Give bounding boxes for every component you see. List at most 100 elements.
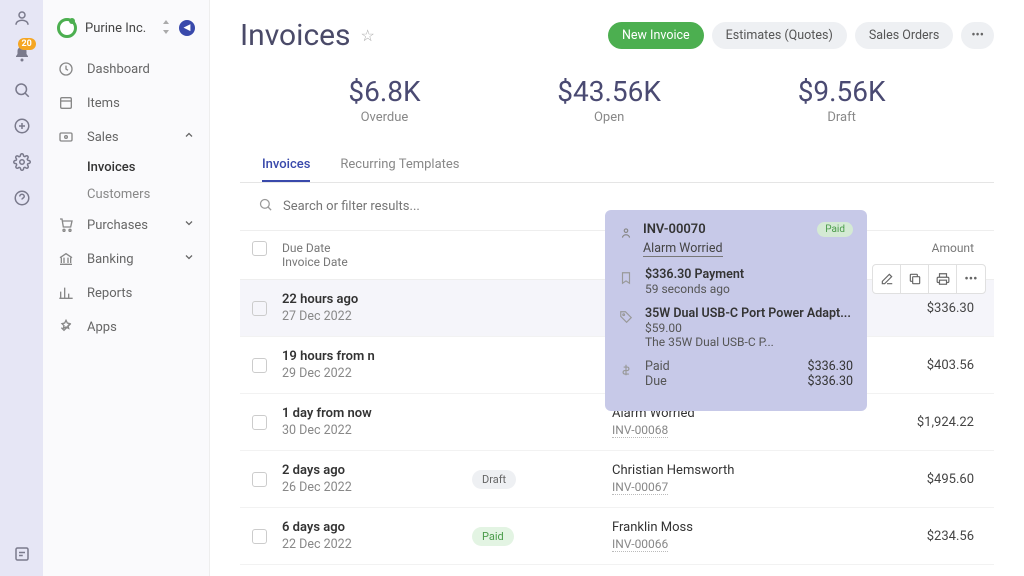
popover-item-desc: The 35W Dual USB-C P... [645, 335, 851, 349]
org-switcher[interactable]: Purine Inc. ◀ [43, 8, 209, 48]
row-date: 27 Dec 2022 [282, 309, 472, 324]
popover-due-label: Due [645, 374, 667, 389]
org-logo-icon [57, 18, 77, 38]
person-icon [619, 225, 633, 244]
row-date: 29 Dec 2022 [282, 366, 472, 381]
stat-label: Draft [798, 110, 886, 125]
popover-invoice-id: INV-00070 [643, 222, 723, 237]
status-badge: Paid [472, 527, 514, 546]
nav-label: Banking [87, 252, 171, 267]
add-icon[interactable] [12, 116, 32, 136]
select-all-checkbox[interactable] [252, 241, 267, 256]
popover-status-badge: Paid [817, 222, 853, 237]
row-amount: $234.56 [832, 529, 982, 544]
row-invoice-number[interactable]: INV-00067 [612, 480, 668, 495]
sidebar: Purine Inc. ◀ Dashboard Items Sales Invo… [43, 0, 210, 576]
nav-dashboard[interactable]: Dashboard [43, 52, 209, 86]
popover-payment-amount: $336.30 Payment [645, 267, 744, 282]
main-content: Invoices ☆ New Invoice Estimates (Quotes… [210, 0, 1024, 576]
stat-open: $43.56KOpen [557, 75, 661, 125]
banking-icon [57, 250, 75, 268]
more-icon[interactable]: ••• [957, 265, 985, 293]
row-checkbox[interactable] [252, 415, 267, 430]
row-checkbox[interactable] [252, 301, 267, 316]
bookmark-icon [619, 270, 635, 289]
sales-orders-button[interactable]: Sales Orders [855, 22, 954, 49]
help-icon[interactable] [12, 188, 32, 208]
nav-label: Sales [87, 130, 171, 145]
popover-paid-label: Paid [645, 359, 670, 374]
chevron-down-icon [183, 217, 195, 233]
nav-label: Purchases [87, 218, 171, 233]
dashboard-icon [57, 60, 75, 78]
popover-customer[interactable]: Alarm Worried [643, 241, 723, 257]
row-due-time: 19 hours from n [282, 349, 472, 364]
stat-label: Overdue [348, 110, 420, 125]
nav-customers[interactable]: Customers [87, 181, 209, 208]
icon-rail: 20 [0, 0, 43, 576]
stat-value: $43.56K [557, 75, 661, 108]
stat-value: $6.8K [348, 75, 420, 108]
row-amount: $495.60 [832, 472, 982, 487]
tab-recurring[interactable]: Recurring Templates [340, 149, 459, 182]
row-checkbox[interactable] [252, 529, 267, 544]
more-actions-button[interactable]: ••• [961, 22, 994, 49]
rail-search-icon[interactable] [12, 80, 32, 100]
new-invoice-button[interactable]: New Invoice [608, 22, 704, 49]
nav-label: Apps [87, 320, 195, 335]
archive-icon[interactable] [12, 544, 32, 564]
popover-item-price: $59.00 [645, 321, 851, 335]
notifications-icon[interactable]: 20 [12, 44, 32, 64]
row-due-time: 1 day from now [282, 406, 472, 421]
popover-due-value: $336.30 [808, 374, 853, 389]
row-checkbox[interactable] [252, 358, 267, 373]
popover-paid-value: $336.30 [808, 359, 853, 374]
row-invoice-number[interactable]: INV-00066 [612, 537, 668, 552]
dollar-icon [619, 362, 635, 381]
purchases-icon [57, 216, 75, 234]
popover-item-name: 35W Dual USB-C Port Power Adapt... [645, 306, 851, 321]
row-due-time: 2 days ago [282, 463, 472, 478]
nav-label: Dashboard [87, 62, 195, 77]
col-due-date: Due Date [282, 241, 472, 255]
search-icon [258, 197, 273, 216]
edit-icon[interactable] [873, 265, 901, 293]
nav-invoices[interactable]: Invoices [87, 154, 209, 181]
collapse-sidebar-icon[interactable]: ◀ [179, 20, 195, 36]
nav-items[interactable]: Items [43, 86, 209, 120]
status-badge: Draft [472, 470, 516, 489]
nav-label: Items [87, 96, 195, 111]
table-row[interactable]: 6 days ago22 Dec 2022PaidFranklin MossIN… [240, 508, 994, 565]
row-customer: Christian Hemsworth [612, 463, 832, 478]
row-checkbox[interactable] [252, 472, 267, 487]
stat-value: $9.56K [798, 75, 886, 108]
nav-apps[interactable]: Apps [43, 310, 209, 344]
tab-invoices[interactable]: Invoices [262, 149, 310, 182]
row-date: 26 Dec 2022 [282, 480, 472, 495]
settings-icon[interactable] [12, 152, 32, 172]
print-icon[interactable] [929, 265, 957, 293]
apps-icon [57, 318, 75, 336]
nav-label: Reports [87, 286, 195, 301]
items-icon [57, 94, 75, 112]
page-title: Invoices [240, 18, 351, 53]
row-due-time: 22 hours ago [282, 292, 472, 307]
copy-icon[interactable] [901, 265, 929, 293]
notification-badge: 20 [18, 38, 36, 50]
chevron-down-icon [183, 251, 195, 267]
estimates-button[interactable]: Estimates (Quotes) [712, 22, 847, 49]
favorite-star-icon[interactable]: ☆ [361, 26, 375, 45]
nav-sales[interactable]: Sales [43, 120, 209, 154]
popover-payment-time: 59 seconds ago [645, 282, 744, 296]
tag-icon [619, 309, 635, 328]
row-invoice-number[interactable]: INV-00068 [612, 423, 668, 438]
nav-purchases[interactable]: Purchases [43, 208, 209, 242]
table-row[interactable]: 2 days ago 26 Dec 2022Draft Christian Hems… [240, 451, 994, 508]
nav-reports[interactable]: Reports [43, 276, 209, 310]
profile-icon[interactable] [12, 8, 32, 28]
stat-draft: $9.56K Draft [798, 75, 886, 125]
chevron-up-icon [183, 129, 195, 145]
invoice-preview-popover: INV-00070 Alarm Worried Paid $336.30 Pay… [605, 210, 867, 411]
row-date: 22 Dec 2022 [282, 537, 472, 552]
nav-banking[interactable]: Banking [43, 242, 209, 276]
